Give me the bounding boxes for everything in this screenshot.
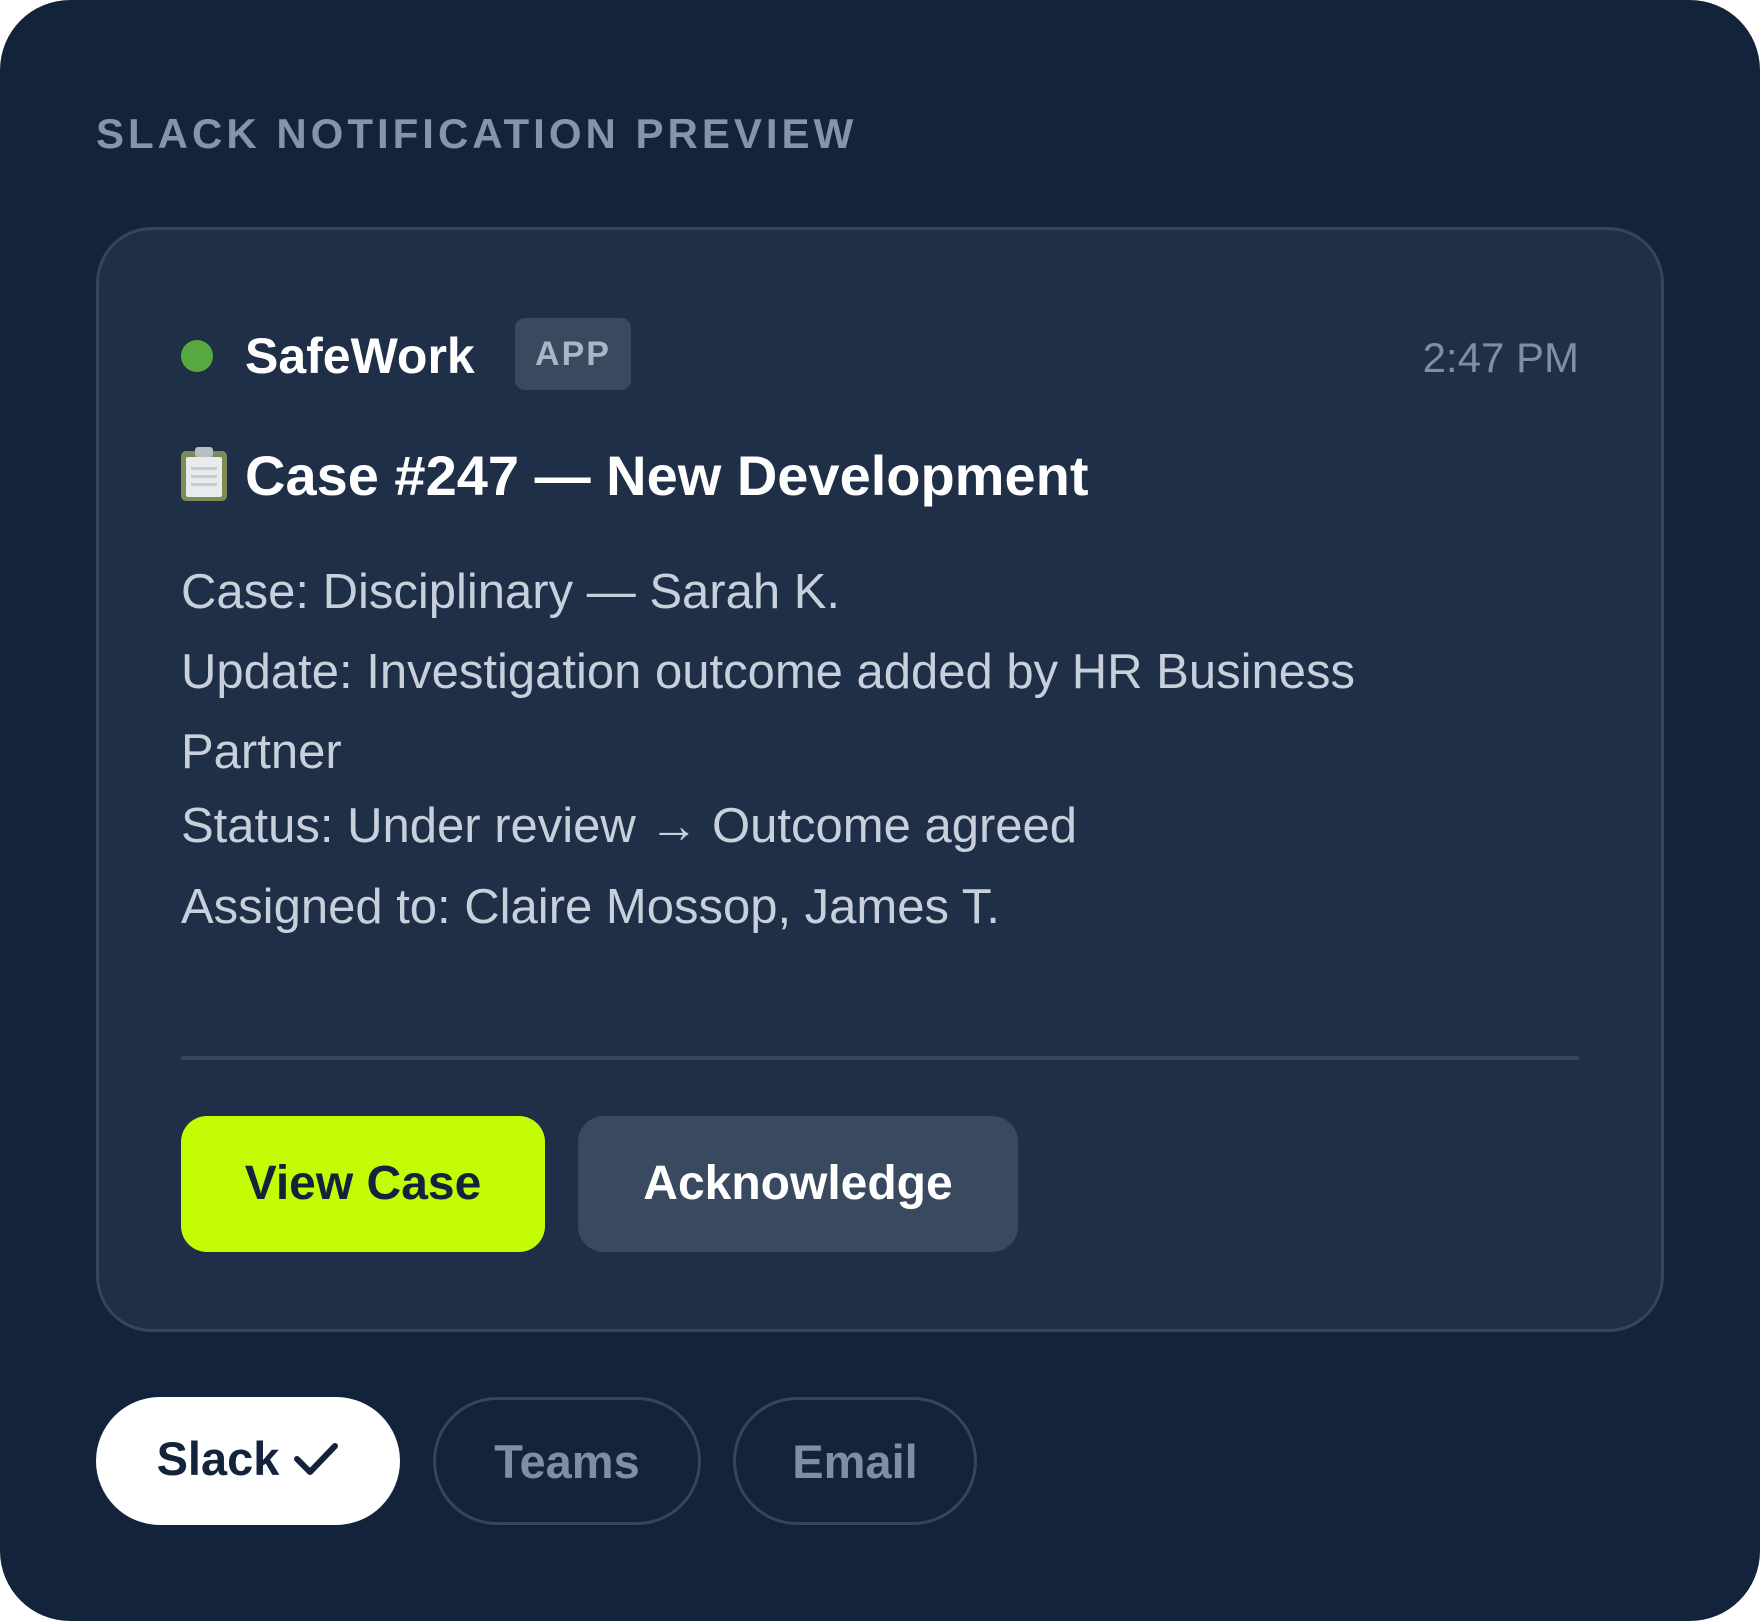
message-title: Case #247 — New Development [181,440,1088,512]
channel-tab-email[interactable]: Email [733,1397,977,1525]
view-case-button[interactable]: View Case [181,1116,545,1252]
detail-update: Update: Investigation outcome added by H… [181,645,1355,779]
card-divider [181,1056,1579,1060]
section-label: SLACK NOTIFICATION PREVIEW [96,110,858,157]
notification-preview-panel: SLACK NOTIFICATION PREVIEW SafeWork APP … [0,0,1760,1621]
message-title-text: Case #247 — New Development [245,444,1089,507]
clipboard-icon [181,447,227,501]
app-name[interactable]: SafeWork [245,326,475,386]
message-header: SafeWork APP 2:47 PM [181,318,1579,394]
channel-tab-label: Slack [156,1432,280,1485]
detail-case: Case: Disciplinary — Sarah K. [181,565,841,619]
channel-tab-teams[interactable]: Teams [433,1397,701,1525]
check-icon [294,1443,339,1475]
channel-tab-slack[interactable]: Slack [96,1397,400,1525]
online-status-dot [181,340,213,372]
acknowledge-button[interactable]: Acknowledge [578,1116,1018,1252]
detail-assigned: Assigned to: Claire Mossop, James T. [181,880,1000,934]
message-timestamp[interactable]: 2:47 PM [1423,328,1579,388]
app-badge: APP [515,318,631,390]
slack-message-card: SafeWork APP 2:47 PM Case #247 — New Dev… [96,227,1664,1332]
detail-status: Status: Under review → Outcome agreed [181,799,1078,853]
